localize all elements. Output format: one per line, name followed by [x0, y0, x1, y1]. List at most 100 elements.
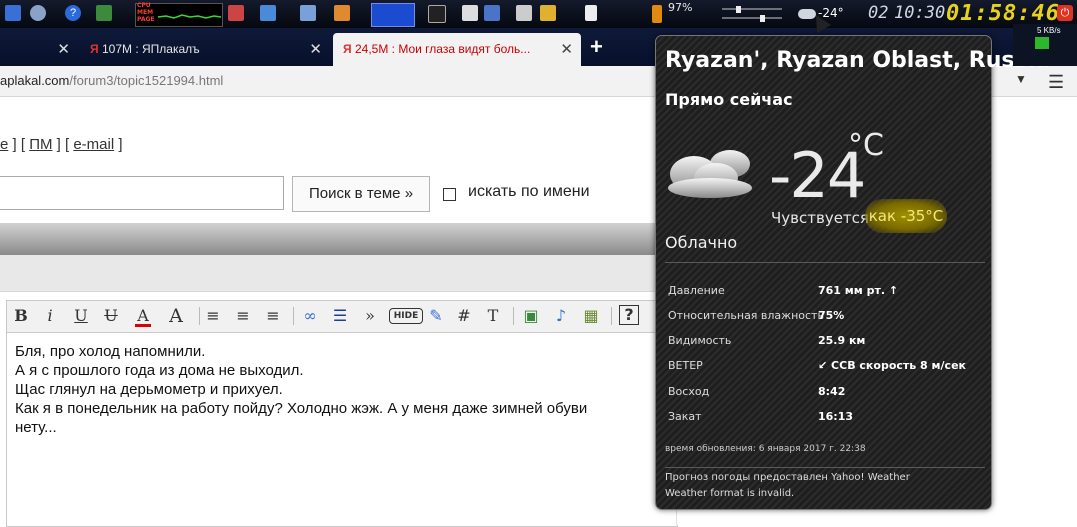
link-button[interactable]: ∞	[301, 305, 319, 327]
detail-value: 761 мм рт. ↑	[818, 284, 899, 297]
search-icon[interactable]	[30, 5, 46, 21]
tab-active[interactable]: Я 24,5M : Мои глаза видят боль... ✕	[333, 33, 581, 66]
help-button[interactable]: ?	[619, 305, 639, 325]
url-field[interactable]: aplakal.com/forum3/topic1521994.html	[0, 73, 223, 88]
italic-button[interactable]: i	[43, 305, 57, 327]
detail-label: Видимость	[668, 334, 732, 347]
tray-icon[interactable]	[228, 5, 244, 21]
tab-previous[interactable]: ✕	[0, 33, 78, 66]
section-subheader-bar	[0, 255, 676, 292]
weather-flyout: Ryazan', Ryazan Oblast, Russia Прямо сей…	[655, 35, 1050, 510]
play-icon[interactable]	[1035, 37, 1049, 49]
favicon-icon: Я	[343, 42, 355, 56]
list-button[interactable]: ☰	[331, 305, 349, 327]
image-button[interactable]: ▣	[521, 305, 541, 327]
post-editor[interactable]: B i U U A A ≡ ≡ ≡ ∞ ☰ » HIDE ✎ # T ▣ ♪ ▦…	[6, 300, 678, 527]
page-label: PAGE	[137, 16, 155, 23]
equalizer-widget[interactable]	[371, 3, 415, 27]
detail-row: Закат 16:13	[668, 410, 988, 423]
close-icon[interactable]: ✕	[309, 33, 322, 66]
search-in-topic-button[interactable]: Поиск в теме »	[292, 176, 430, 212]
detail-row: Восход 8:42	[668, 385, 988, 398]
detail-row: Давление 761 мм рт. ↑	[668, 284, 988, 297]
font-size-button[interactable]: A	[165, 305, 187, 327]
user-links: e ] [ ПМ ] [ e-mail ]	[0, 136, 123, 153]
editor-line: Как я в понедельник на работу пойду? Хол…	[15, 400, 588, 417]
url-path: /forum3/topic1521994.html	[69, 73, 224, 88]
detail-label: Восход	[668, 385, 710, 398]
detail-value: 25.9 км	[818, 334, 866, 347]
new-tab-button[interactable]: +	[590, 34, 603, 60]
text-button[interactable]: T	[485, 305, 501, 327]
editor-line: А я с прошлого года из дома не выходил.	[15, 362, 304, 379]
close-icon[interactable]: ✕	[57, 33, 70, 66]
url-host: aplakal.com	[0, 73, 70, 88]
weather-updated: время обновления: 6 января 2017 г. 22:38	[665, 444, 866, 454]
align-right-button[interactable]: ≡	[265, 305, 281, 327]
toolbar-divider	[199, 307, 200, 325]
tray-icon[interactable]	[260, 5, 276, 21]
flash-button[interactable]: ♪	[551, 305, 571, 327]
tray-icon[interactable]	[428, 5, 446, 23]
weather-unit: °C	[848, 128, 884, 163]
detail-label: Давление	[668, 284, 725, 297]
battery-icon	[652, 5, 662, 23]
detail-value: 75%	[818, 309, 845, 322]
pm-link[interactable]: ПМ	[29, 136, 52, 153]
taskbar-time: 10:30	[894, 3, 946, 23]
editor-line: нету...	[15, 419, 57, 436]
search-by-name-label: искать по имени	[468, 183, 590, 200]
text-color-button[interactable]: A	[135, 305, 151, 327]
editor-textarea[interactable]: Бля, про холод напомнили. А я с прошлого …	[15, 342, 675, 437]
resource-labels: CPU MEM PAGE	[137, 2, 155, 23]
tab-title: 24,5M : Мои глаза видят боль...	[354, 42, 531, 56]
clipboard-icon[interactable]	[334, 5, 350, 21]
weather-feels-value: как -35°C	[865, 199, 947, 233]
tray-icon[interactable]	[484, 5, 500, 21]
monitor-icon[interactable]	[96, 5, 112, 21]
search-by-name-checkbox[interactable]	[443, 188, 456, 201]
edit-button[interactable]: ✎	[427, 305, 445, 327]
weather-feels-label: Чувствуется	[771, 209, 869, 227]
close-icon[interactable]: ✕	[560, 33, 573, 66]
strikethrough-button[interactable]: U	[103, 305, 119, 327]
weather-condition: Облачно	[665, 233, 738, 252]
video-button[interactable]: ▦	[581, 305, 601, 327]
editor-line: Бля, про холод напомнили.	[15, 343, 206, 360]
detail-value: ↙ ССВ скорость 8 м/сек	[818, 359, 967, 372]
detail-row: Видимость 25.9 км	[668, 334, 988, 347]
document-icon[interactable]	[585, 5, 597, 21]
divider	[665, 467, 985, 468]
editor-line: Щас глянул на дерьмометр и прихуел.	[15, 381, 283, 398]
divider	[665, 262, 985, 263]
align-left-button[interactable]: ≡	[205, 305, 221, 327]
hide-button[interactable]: HIDE	[389, 308, 423, 324]
power-icon[interactable]: ⏻	[1057, 5, 1073, 21]
chevron-down-icon[interactable]: ▼	[1015, 72, 1027, 86]
tray-icon[interactable]	[462, 5, 478, 21]
bold-button[interactable]: B	[13, 305, 29, 327]
menu-icon[interactable]: ☰	[1048, 72, 1064, 93]
net-speed: 5 KB/s	[1037, 26, 1061, 35]
volume-sliders[interactable]	[722, 4, 782, 24]
app-icon[interactable]	[5, 5, 21, 21]
search-input[interactable]	[0, 176, 284, 210]
toolbar-divider	[293, 307, 294, 325]
tray-icon[interactable]	[540, 5, 556, 21]
tray-icon[interactable]	[300, 5, 316, 21]
hash-button[interactable]: #	[457, 305, 471, 327]
network-speed-widget: 5 KB/s	[1013, 24, 1077, 66]
toolbar-divider	[513, 307, 514, 325]
editor-toolbar: B i U U A A ≡ ≡ ≡ ∞ ☰ » HIDE ✎ # T ▣ ♪ ▦…	[7, 301, 677, 333]
tab-yaplakal[interactable]: Я 107M : ЯПлакалъ ✕	[80, 33, 330, 66]
align-center-button[interactable]: ≡	[235, 305, 251, 327]
taskbar-clock: 01:58:46	[946, 1, 1060, 26]
help-icon[interactable]: ?	[65, 5, 81, 21]
user-link[interactable]: e	[0, 136, 8, 153]
tray-icon[interactable]	[516, 5, 532, 21]
email-link[interactable]: e-mail	[73, 136, 114, 153]
quote-button[interactable]: »	[363, 305, 377, 327]
underline-button[interactable]: U	[73, 305, 89, 327]
detail-row: ВЕТЕР ↙ ССВ скорость 8 м/сек	[668, 359, 988, 372]
taskbar-date: 02	[868, 3, 889, 23]
